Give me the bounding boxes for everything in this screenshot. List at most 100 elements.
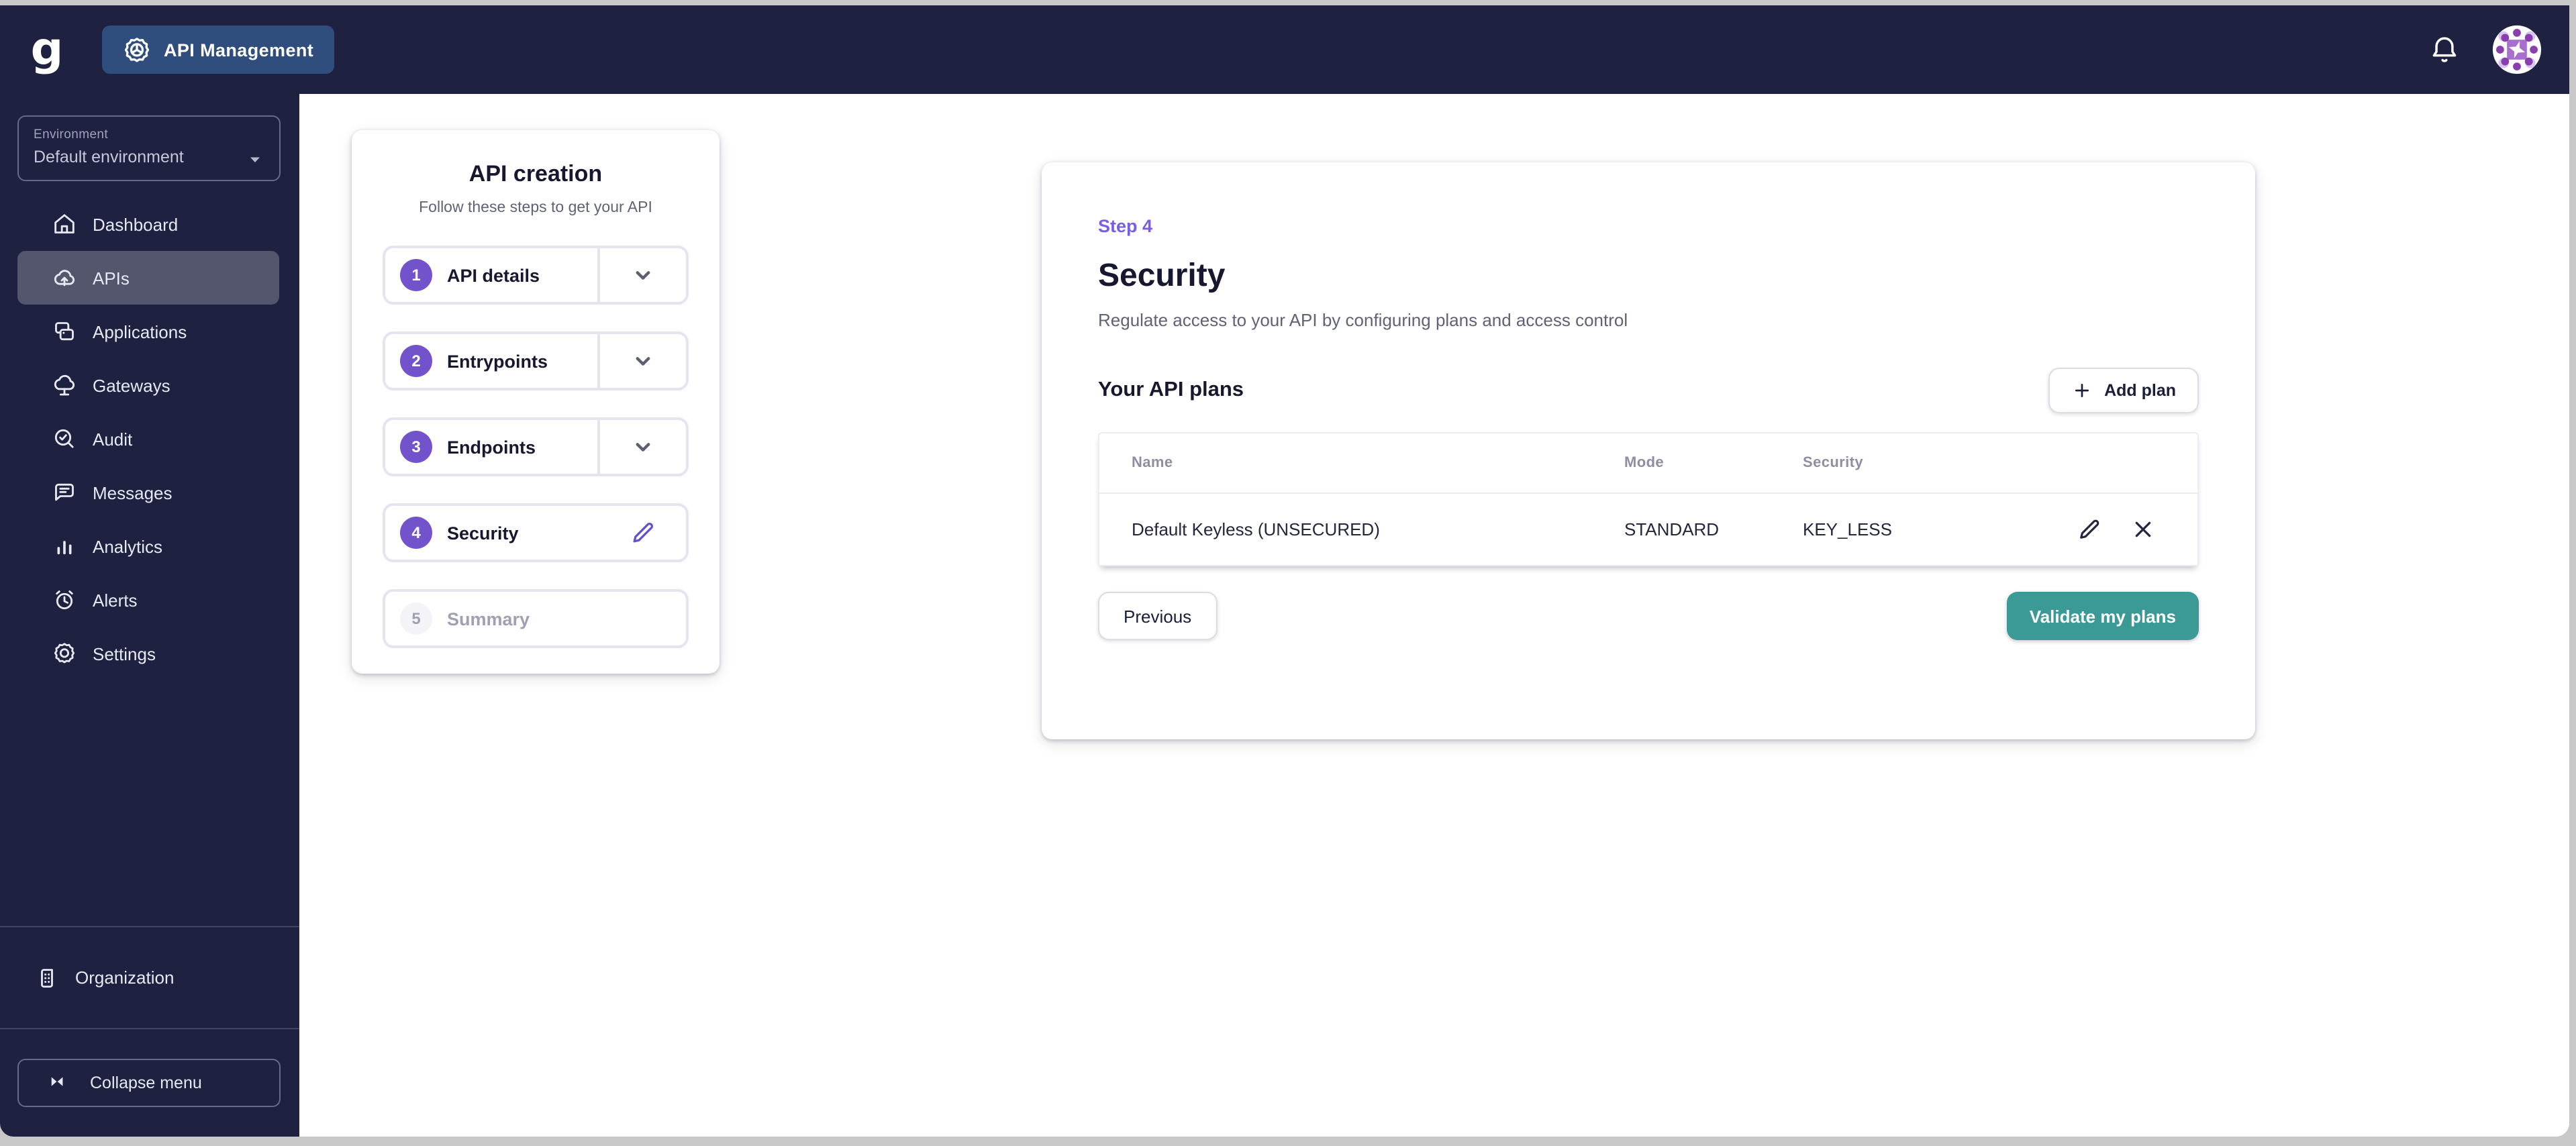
plans-header: Your API plans Add plan	[1098, 368, 2199, 413]
add-plan-button[interactable]: Add plan	[2048, 368, 2199, 413]
gear-icon	[51, 640, 78, 667]
chevron-down-icon[interactable]	[597, 334, 686, 388]
step-api-details[interactable]: 1 API details	[383, 246, 689, 305]
step-label: Endpoints	[447, 437, 536, 457]
page-description: Regulate access to your API by configuri…	[1098, 310, 1628, 330]
plans-heading: Your API plans	[1098, 378, 1244, 401]
sidebar-bottom: Organization Collapse menu	[0, 926, 299, 1137]
divider	[0, 1028, 299, 1029]
audit-search-icon	[51, 425, 78, 452]
step-security[interactable]: 4 Security	[383, 503, 689, 562]
gear-badge-icon	[122, 35, 152, 64]
page-title: Security	[1098, 258, 1226, 294]
sidebar-item-settings[interactable]: Settings	[17, 627, 279, 680]
chevron-down-icon[interactable]	[597, 248, 686, 302]
step-entrypoints[interactable]: 2 Entrypoints	[383, 331, 689, 390]
product-label: API Management	[164, 40, 314, 60]
edit-plan-pencil-icon[interactable]	[2075, 515, 2103, 543]
sidebar-item-label: Alerts	[93, 590, 138, 610]
collapse-icon	[47, 1070, 74, 1096]
step-number-badge: 2	[400, 345, 432, 377]
chevron-down-icon[interactable]	[597, 420, 686, 474]
cloud-upload-icon	[51, 264, 78, 291]
product-switcher-button[interactable]: API Management	[102, 25, 334, 74]
column-header-name: Name	[1132, 455, 1173, 471]
step-number-badge: 3	[400, 431, 432, 463]
api-creation-stepper-card: API creation Follow these steps to get y…	[352, 130, 720, 674]
step-number-badge: 5	[400, 603, 432, 635]
security-step-card: Step 4 Security Regulate access to your …	[1042, 162, 2255, 739]
plan-actions-cell	[2023, 515, 2197, 543]
top-bar: g API Management	[0, 5, 2569, 94]
table-header-row: Name Mode Security	[1099, 433, 2197, 494]
table-row: Default Keyless (UNSECURED) STANDARD KEY…	[1099, 494, 2197, 565]
sidebar-item-label: Settings	[93, 643, 156, 664]
step-label: Entrypoints	[447, 351, 548, 371]
application-window: g API Management Environment Default env…	[0, 0, 2576, 1146]
sidebar-item-label: Audit	[93, 429, 133, 449]
step-number-badge: 4	[400, 517, 432, 549]
delete-plan-x-icon[interactable]	[2129, 515, 2157, 543]
environment-label: Environment	[34, 127, 109, 142]
sidebar-item-apis[interactable]: APIs	[17, 251, 279, 305]
caret-down-icon	[247, 152, 263, 168]
sidebar-item-label: Gateways	[93, 375, 170, 395]
step-number-badge: 1	[400, 259, 432, 291]
applications-icon	[51, 318, 78, 345]
stepper-title: API creation	[468, 161, 603, 187]
plan-mode-cell: STANDARD	[1624, 519, 1720, 539]
plus-icon	[2071, 380, 2092, 401]
previous-button[interactable]: Previous	[1098, 592, 1218, 640]
sidebar-item-label: Analytics	[93, 536, 163, 556]
bar-chart-icon	[51, 533, 78, 560]
sidebar-item-gateways[interactable]: Gateways	[17, 358, 279, 412]
message-icon	[51, 479, 78, 506]
sidebar-nav: Dashboard APIs Applications Gateways Aud…	[0, 197, 299, 680]
step-label: Summary	[447, 609, 530, 629]
add-plan-label: Add plan	[2104, 381, 2176, 400]
plan-security-cell: KEY_LESS	[1803, 519, 1892, 539]
collapse-menu-button[interactable]: Collapse menu	[17, 1059, 281, 1107]
gravitee-logo[interactable]: g	[27, 27, 67, 72]
previous-label: Previous	[1124, 606, 1192, 626]
step-endpoints[interactable]: 3 Endpoints	[383, 417, 689, 476]
plans-table: Name Mode Security Default Keyless (UNSE…	[1098, 432, 2199, 566]
step-label: Security	[447, 523, 519, 543]
environment-value: Default environment	[34, 148, 184, 166]
sidebar-item-audit[interactable]: Audit	[17, 412, 279, 466]
sidebar-item-messages[interactable]: Messages	[17, 466, 279, 519]
user-avatar[interactable]	[2491, 24, 2542, 75]
collapse-menu-label: Collapse menu	[90, 1074, 202, 1092]
sidebar-item-applications[interactable]: Applications	[17, 305, 279, 358]
sidebar-item-label: APIs	[93, 268, 130, 288]
stepper-steps: 1 API details 2 Entrypoints 3 Endpoints	[383, 246, 689, 648]
sidebar-item-dashboard[interactable]: Dashboard	[17, 197, 279, 251]
step-label: API details	[447, 265, 540, 285]
api-management-console: g API Management Environment Default env…	[0, 5, 2569, 1137]
validate-plans-button[interactable]: Validate my plans	[2006, 592, 2199, 640]
plans-footer: Previous Validate my plans	[1098, 592, 2199, 640]
sidebar: Environment Default environment Dashboar…	[0, 94, 299, 1137]
sidebar-item-alerts[interactable]: Alerts	[17, 573, 279, 627]
alarm-clock-icon	[51, 586, 78, 613]
sidebar-item-label: Dashboard	[93, 214, 179, 234]
sidebar-item-label: Applications	[93, 321, 187, 342]
stepper-subtitle: Follow these steps to get your API	[419, 200, 652, 216]
home-icon	[51, 211, 78, 238]
validate-label: Validate my plans	[2029, 606, 2176, 626]
cloud-gateway-icon	[51, 372, 78, 399]
plan-name-cell: Default Keyless (UNSECURED)	[1132, 519, 1380, 539]
step-indicator: Step 4	[1098, 216, 1153, 236]
column-header-security: Security	[1803, 455, 1864, 471]
edit-pencil-icon[interactable]	[600, 506, 686, 560]
environment-selector[interactable]: Environment Default environment	[17, 115, 281, 181]
sidebar-item-analytics[interactable]: Analytics	[17, 519, 279, 573]
organization-icon	[34, 964, 60, 991]
sidebar-item-label: Messages	[93, 482, 172, 503]
top-bar-right	[2427, 24, 2542, 75]
sidebar-item-label: Organization	[75, 968, 175, 988]
column-header-mode: Mode	[1624, 455, 1665, 471]
sidebar-item-organization[interactable]: Organization	[0, 927, 299, 1028]
step-summary: 5 Summary	[383, 589, 689, 648]
notifications-bell-icon[interactable]	[2427, 32, 2462, 67]
